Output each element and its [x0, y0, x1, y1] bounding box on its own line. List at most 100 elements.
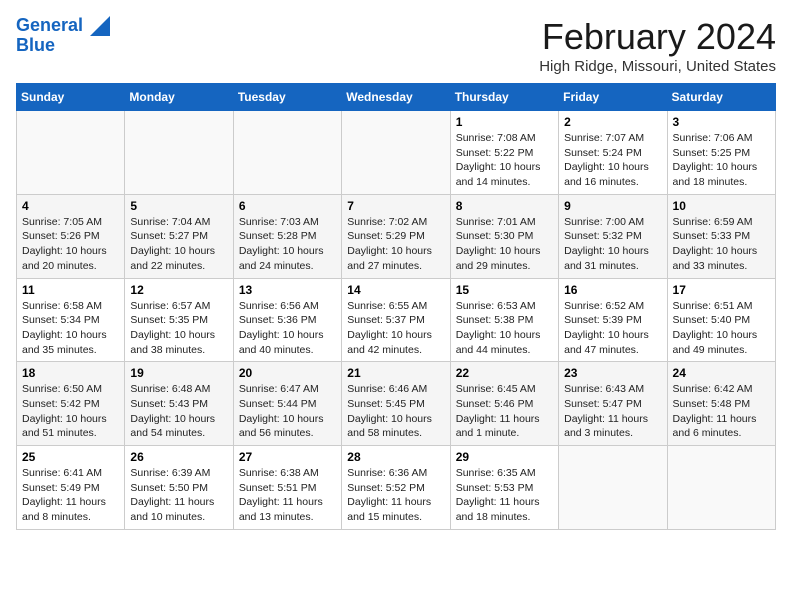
day-number: 24 [673, 366, 770, 380]
calendar-cell: 8Sunrise: 7:01 AM Sunset: 5:30 PM Daylig… [450, 194, 558, 278]
day-info: Sunrise: 6:35 AM Sunset: 5:53 PM Dayligh… [456, 466, 553, 525]
calendar-cell: 4Sunrise: 7:05 AM Sunset: 5:26 PM Daylig… [17, 194, 125, 278]
calendar-cell: 22 Sunrise: 6:45 AM Sunset: 5:46 PM Dayli… [450, 362, 558, 446]
logo-text: General [16, 16, 110, 36]
calendar-cell [342, 111, 450, 195]
day-info: Sunrise: 7:06 AM Sunset: 5:25 PM Dayligh… [673, 131, 770, 190]
weekday-header: Wednesday [342, 84, 450, 111]
logo-blue: Blue [16, 36, 110, 56]
day-info: Sunrise: 6:51 AM Sunset: 5:40 PM Dayligh… [673, 299, 770, 358]
day-number: 20 [239, 366, 336, 380]
calendar-cell: 29 Sunrise: 6:35 AM Sunset: 5:53 PM Dayli… [450, 446, 558, 530]
calendar-cell: 14 Sunrise: 6:55 AM Sunset: 5:37 PM Dayli… [342, 278, 450, 362]
calendar-cell: 24 Sunrise: 6:42 AM Sunset: 5:48 PM Dayli… [667, 362, 775, 446]
calendar-week-row: 4Sunrise: 7:05 AM Sunset: 5:26 PM Daylig… [17, 194, 776, 278]
day-number: 25 [22, 450, 119, 464]
calendar-cell: 2 Sunrise: 7:07 AM Sunset: 5:24 PM Daylig… [559, 111, 667, 195]
day-number: 3 [673, 115, 770, 129]
calendar-cell [559, 446, 667, 530]
day-info: Sunrise: 6:47 AM Sunset: 5:44 PM Dayligh… [239, 382, 336, 441]
calendar-cell [667, 446, 775, 530]
calendar-cell: 28 Sunrise: 6:36 AM Sunset: 5:52 PM Dayli… [342, 446, 450, 530]
day-info: Sunrise: 7:07 AM Sunset: 5:24 PM Dayligh… [564, 131, 661, 190]
weekday-header: Tuesday [233, 84, 341, 111]
day-info: Sunrise: 6:53 AM Sunset: 5:38 PM Dayligh… [456, 299, 553, 358]
logo: General Blue [16, 16, 110, 56]
day-info: Sunrise: 6:50 AM Sunset: 5:42 PM Dayligh… [22, 382, 119, 441]
calendar-cell: 20 Sunrise: 6:47 AM Sunset: 5:44 PM Dayli… [233, 362, 341, 446]
day-number: 27 [239, 450, 336, 464]
day-info: Sunrise: 6:55 AM Sunset: 5:37 PM Dayligh… [347, 299, 444, 358]
day-number: 17 [673, 283, 770, 297]
calendar-cell: 26Sunrise: 6:39 AM Sunset: 5:50 PM Dayli… [125, 446, 233, 530]
calendar-cell: 15Sunrise: 6:53 AM Sunset: 5:38 PM Dayli… [450, 278, 558, 362]
day-info: Sunrise: 6:48 AM Sunset: 5:43 PM Dayligh… [130, 382, 227, 441]
day-info: Sunrise: 7:01 AM Sunset: 5:30 PM Dayligh… [456, 215, 553, 274]
calendar-cell: 3 Sunrise: 7:06 AM Sunset: 5:25 PM Daylig… [667, 111, 775, 195]
calendar-cell: 16 Sunrise: 6:52 AM Sunset: 5:39 PM Dayli… [559, 278, 667, 362]
calendar-cell: 27 Sunrise: 6:38 AM Sunset: 5:51 PM Dayli… [233, 446, 341, 530]
day-number: 12 [130, 283, 227, 297]
day-number: 5 [130, 199, 227, 213]
day-info: Sunrise: 6:57 AM Sunset: 5:35 PM Dayligh… [130, 299, 227, 358]
calendar-cell: 7 Sunrise: 7:02 AM Sunset: 5:29 PM Daylig… [342, 194, 450, 278]
day-number: 6 [239, 199, 336, 213]
day-info: Sunrise: 7:03 AM Sunset: 5:28 PM Dayligh… [239, 215, 336, 274]
weekday-header: Friday [559, 84, 667, 111]
weekday-header: Thursday [450, 84, 558, 111]
weekday-header: Monday [125, 84, 233, 111]
day-info: Sunrise: 6:36 AM Sunset: 5:52 PM Dayligh… [347, 466, 444, 525]
page-header: General Blue February 2024 High Ridge, M… [16, 16, 776, 75]
calendar-cell: 21 Sunrise: 6:46 AM Sunset: 5:45 PM Dayli… [342, 362, 450, 446]
day-info: Sunrise: 6:58 AM Sunset: 5:34 PM Dayligh… [22, 299, 119, 358]
location-title: High Ridge, Missouri, United States [539, 58, 776, 75]
day-number: 14 [347, 283, 444, 297]
day-number: 29 [456, 450, 553, 464]
day-number: 19 [130, 366, 227, 380]
day-info: Sunrise: 6:38 AM Sunset: 5:51 PM Dayligh… [239, 466, 336, 525]
calendar-cell: 9 Sunrise: 7:00 AM Sunset: 5:32 PM Daylig… [559, 194, 667, 278]
weekday-header: Saturday [667, 84, 775, 111]
day-number: 2 [564, 115, 661, 129]
weekday-header: Sunday [17, 84, 125, 111]
day-info: Sunrise: 6:45 AM Sunset: 5:46 PM Dayligh… [456, 382, 553, 441]
day-number: 23 [564, 366, 661, 380]
calendar-header-row: SundayMondayTuesdayWednesdayThursdayFrid… [17, 84, 776, 111]
calendar-cell [125, 111, 233, 195]
calendar-cell: 17 Sunrise: 6:51 AM Sunset: 5:40 PM Dayli… [667, 278, 775, 362]
day-info: Sunrise: 7:00 AM Sunset: 5:32 PM Dayligh… [564, 215, 661, 274]
day-info: Sunrise: 6:59 AM Sunset: 5:33 PM Dayligh… [673, 215, 770, 274]
day-number: 21 [347, 366, 444, 380]
month-title: February 2024 [539, 16, 776, 58]
day-number: 18 [22, 366, 119, 380]
day-number: 11 [22, 283, 119, 297]
day-number: 9 [564, 199, 661, 213]
day-number: 28 [347, 450, 444, 464]
day-number: 26 [130, 450, 227, 464]
calendar-cell: 18 Sunrise: 6:50 AM Sunset: 5:42 PM Dayli… [17, 362, 125, 446]
calendar-week-row: 11 Sunrise: 6:58 AM Sunset: 5:34 PM Dayli… [17, 278, 776, 362]
calendar-cell: 5Sunrise: 7:04 AM Sunset: 5:27 PM Daylig… [125, 194, 233, 278]
calendar-cell [233, 111, 341, 195]
calendar-cell: 13Sunrise: 6:56 AM Sunset: 5:36 PM Dayli… [233, 278, 341, 362]
calendar-week-row: 25 Sunrise: 6:41 AM Sunset: 5:49 PM Dayli… [17, 446, 776, 530]
day-info: Sunrise: 6:42 AM Sunset: 5:48 PM Dayligh… [673, 382, 770, 441]
day-info: Sunrise: 6:52 AM Sunset: 5:39 PM Dayligh… [564, 299, 661, 358]
calendar-cell: 19 Sunrise: 6:48 AM Sunset: 5:43 PM Dayli… [125, 362, 233, 446]
day-number: 1 [456, 115, 553, 129]
day-info: Sunrise: 7:02 AM Sunset: 5:29 PM Dayligh… [347, 215, 444, 274]
calendar-cell: 1 Sunrise: 7:08 AM Sunset: 5:22 PM Daylig… [450, 111, 558, 195]
day-info: Sunrise: 6:41 AM Sunset: 5:49 PM Dayligh… [22, 466, 119, 525]
calendar-table: SundayMondayTuesdayWednesdayThursdayFrid… [16, 83, 776, 530]
day-number: 4 [22, 199, 119, 213]
day-number: 22 [456, 366, 553, 380]
day-number: 13 [239, 283, 336, 297]
day-info: Sunrise: 7:08 AM Sunset: 5:22 PM Dayligh… [456, 131, 553, 190]
day-info: Sunrise: 6:46 AM Sunset: 5:45 PM Dayligh… [347, 382, 444, 441]
title-area: February 2024 High Ridge, Missouri, Unit… [539, 16, 776, 75]
day-number: 16 [564, 283, 661, 297]
calendar-cell: 6 Sunrise: 7:03 AM Sunset: 5:28 PM Daylig… [233, 194, 341, 278]
day-number: 7 [347, 199, 444, 213]
day-number: 10 [673, 199, 770, 213]
calendar-cell [17, 111, 125, 195]
